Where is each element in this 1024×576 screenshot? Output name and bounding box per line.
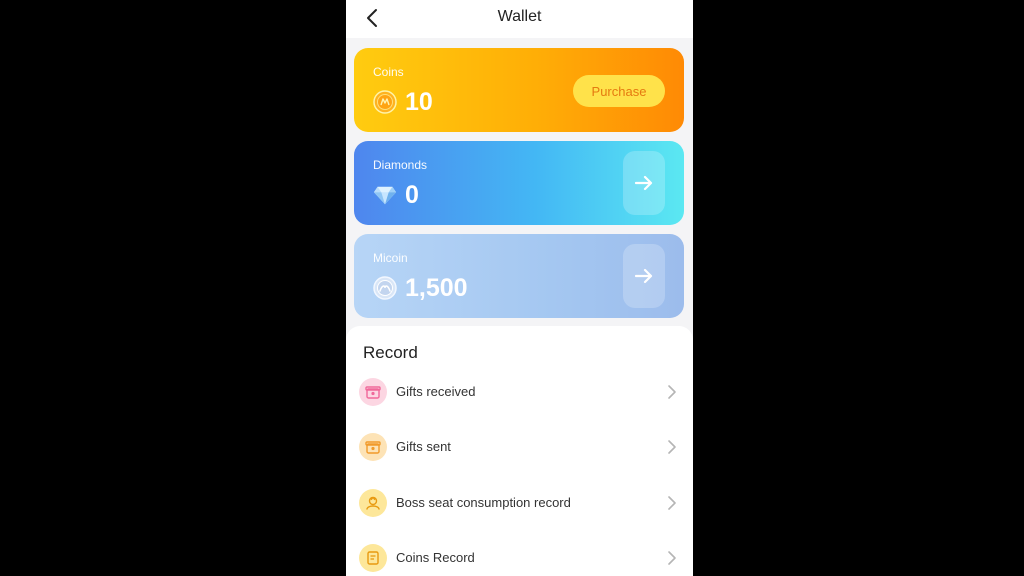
diamond-icon [373, 183, 397, 207]
record-item-label: Gifts received [396, 384, 476, 399]
micoin-label: Micoin [373, 251, 408, 265]
record-item-coins-record[interactable]: Coins Record [346, 533, 693, 576]
micoin-value: 1,500 [405, 273, 468, 302]
coins-label: Coins [373, 65, 404, 79]
chevron-right-icon [668, 551, 676, 565]
purchase-button[interactable]: Purchase [573, 75, 665, 107]
record-item-gifts-received[interactable]: Gifts received [346, 367, 693, 417]
record-item-label: Gifts sent [396, 439, 451, 454]
boss-seat-icon [359, 489, 387, 517]
micoin-card[interactable]: Micoin 1,500 [354, 234, 684, 318]
micoin-icon [373, 276, 397, 300]
record-item-boss-seat-consumption[interactable]: Boss seat consumption record [346, 478, 693, 528]
arrow-right-icon [634, 268, 653, 284]
arrow-right-icon [634, 175, 653, 191]
coin-icon [373, 90, 397, 114]
diamonds-amount: 0 [373, 181, 419, 209]
coins-card: Coins 10 Purchase [354, 48, 684, 132]
document-icon [359, 544, 387, 572]
coins-amount: 10 [373, 88, 433, 116]
header: Wallet [346, 0, 693, 38]
diamonds-value: 0 [405, 180, 419, 209]
chevron-right-icon [668, 385, 676, 399]
diamonds-arrow-button[interactable] [623, 151, 665, 215]
micoin-arrow-button[interactable] [623, 244, 665, 308]
gift-box-icon [359, 378, 387, 406]
micoin-amount: 1,500 [373, 274, 468, 302]
coins-value: 10 [405, 87, 433, 116]
record-title: Record [363, 343, 418, 362]
page-title: Wallet [497, 8, 542, 25]
wallet-screen: Wallet Coins 10 Purchase Diamonds 0 Mico… [346, 0, 693, 576]
chevron-right-icon [668, 440, 676, 454]
diamonds-card[interactable]: Diamonds 0 [354, 141, 684, 225]
record-item-gifts-sent[interactable]: Gifts sent [346, 422, 693, 472]
diamonds-label: Diamonds [373, 158, 428, 172]
record-panel: Record Gifts received Gifts sent Boss se… [346, 326, 693, 576]
gift-box-icon [359, 433, 387, 461]
record-item-label: Coins Record [396, 550, 475, 565]
chevron-right-icon [668, 496, 676, 510]
record-item-label: Boss seat consumption record [396, 495, 571, 510]
